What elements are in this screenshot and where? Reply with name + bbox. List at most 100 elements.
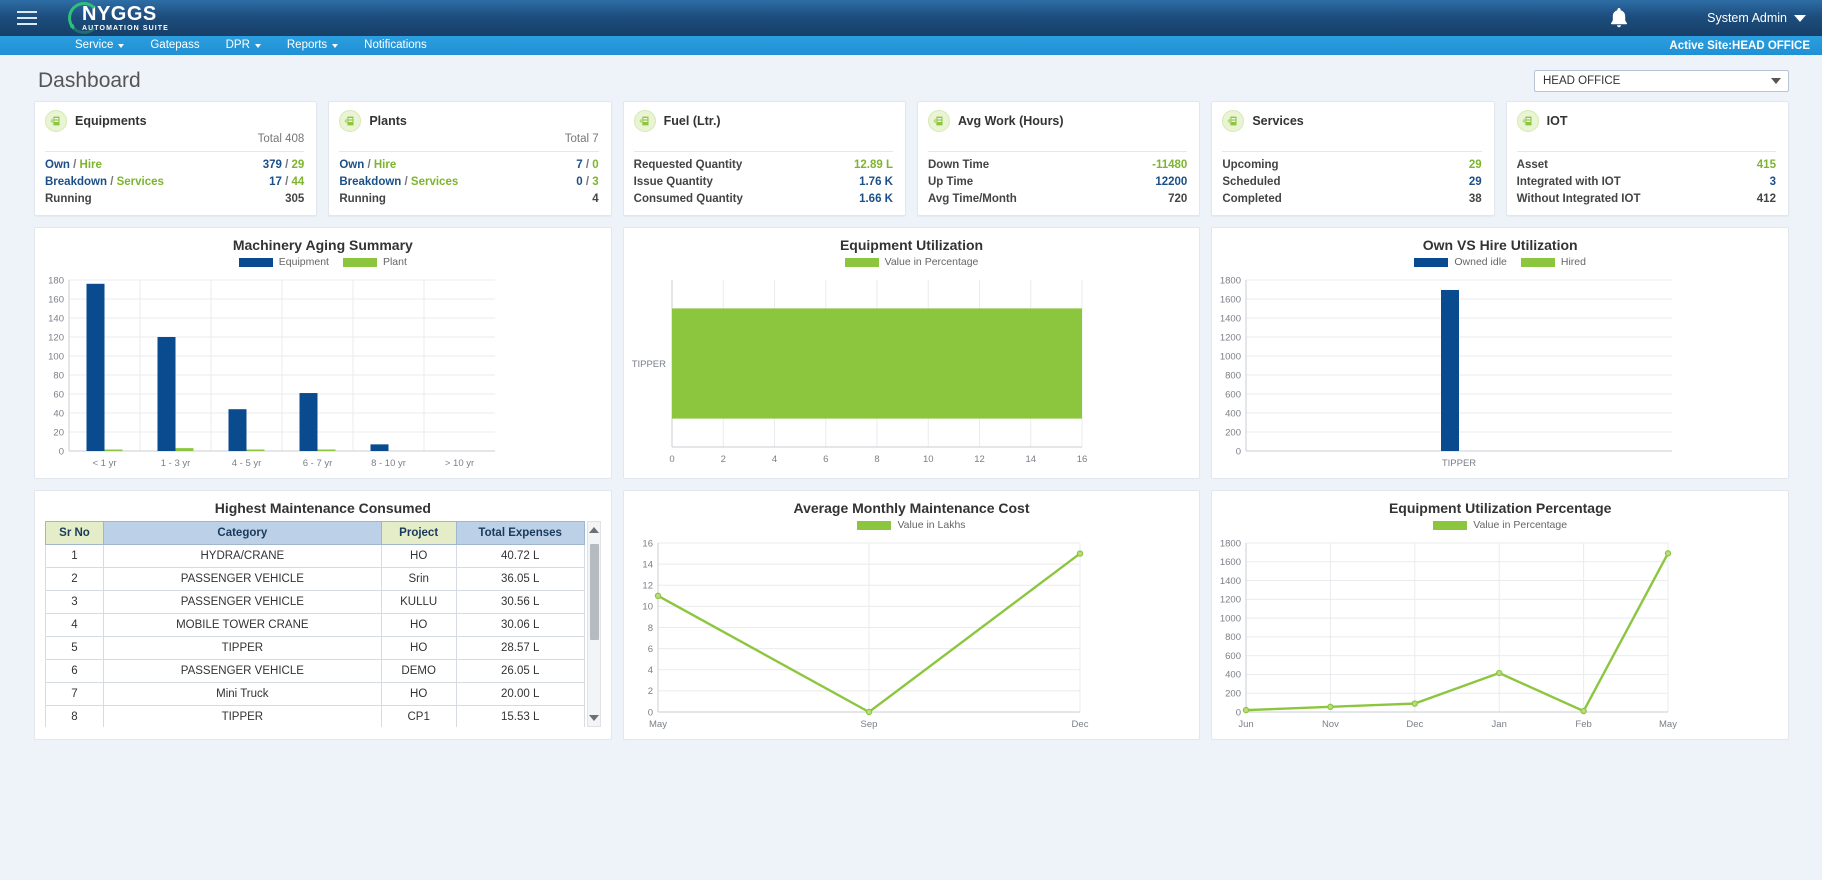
bar-Plant-< 1 yr[interactable] xyxy=(104,449,123,452)
kpi-card-plants[interactable]: Plants Total 7 Own / Hire 7 / 0 Breakdow… xyxy=(328,101,612,216)
kpi-value: 7 / 0 xyxy=(576,158,599,171)
bar-Equipment-1 - 3 yr[interactable] xyxy=(157,337,176,451)
page-title: Dashboard xyxy=(38,69,141,92)
kpi-total-label xyxy=(1222,133,1481,147)
svg-text:10: 10 xyxy=(923,454,934,465)
chart-plot-area[interactable]: 0 200 400 600 800 1000 1200 1400 1600 1800 TIPPER xyxy=(1212,272,1788,477)
table-row[interactable]: 2 PASSENGER VEHICLE Srin 36.05 L xyxy=(45,567,585,591)
kpi-row: Upcoming 29 xyxy=(1222,156,1481,173)
svg-text:0: 0 xyxy=(1236,446,1241,457)
user-menu[interactable]: System Admin xyxy=(1707,0,1806,36)
legend-item-equipment[interactable]: Equipment xyxy=(238,256,329,268)
column-header-category[interactable]: Category xyxy=(103,521,382,545)
logo-ring-icon xyxy=(68,2,100,34)
scroll-up-arrow-icon[interactable] xyxy=(588,522,600,537)
bar-Equipment-4 - 5 yr[interactable] xyxy=(228,409,247,451)
legend-label: Equipment xyxy=(278,256,329,268)
scrollbar-thumb[interactable] xyxy=(589,544,599,640)
bar-Plant-6 - 7 yr[interactable] xyxy=(317,449,336,452)
legend-item-hired[interactable]: Hired xyxy=(1520,256,1586,268)
table-row[interactable]: 4 MOBILE TOWER CRANE HO 30.06 L xyxy=(45,613,585,637)
kpi-value: 415 xyxy=(1756,158,1776,171)
table-row[interactable]: 6 PASSENGER VEHICLE DEMO 26.05 L xyxy=(45,659,585,683)
kpi-row: Consumed Quantity 1.66 K xyxy=(634,190,893,207)
nav-item-gatepass[interactable]: Gatepass xyxy=(137,36,212,55)
legend-item-value-in-lakhs[interactable]: Value in Lakhs xyxy=(857,519,966,531)
document-icon xyxy=(927,110,950,132)
legend-swatch-icon xyxy=(1414,257,1449,267)
data-point-May[interactable] xyxy=(1665,550,1672,557)
chevron-down-icon xyxy=(254,43,261,48)
bar-Equipment-8 - 10 yr[interactable] xyxy=(370,444,389,451)
legend-item-value-in-percentage[interactable]: Value in Percentage xyxy=(1433,519,1567,531)
svg-text:120: 120 xyxy=(48,332,64,343)
table-row[interactable]: 5 TIPPER HO 28.57 L xyxy=(45,636,585,660)
kpi-card-iot[interactable]: IOT Asset 415 Integrated with IOT 3 With… xyxy=(1505,101,1789,216)
legend-item-value-in-percentage[interactable]: Value in Percentage xyxy=(844,256,979,268)
divider xyxy=(633,151,893,152)
nav-item-service[interactable]: Service xyxy=(62,36,137,55)
line-series-Value in Percentage[interactable] xyxy=(1246,552,1670,713)
nav-item-dpr[interactable]: DPR xyxy=(213,36,274,55)
nav-item-label: Reports xyxy=(286,39,328,51)
svg-text:400: 400 xyxy=(1225,408,1241,419)
nav-item-label: Notifications xyxy=(364,39,427,51)
kpi-card-title: Avg Work (Hours) xyxy=(957,114,1064,128)
kpi-row-label-primary: Breakdown xyxy=(45,175,107,188)
nav-item-reports[interactable]: Reports xyxy=(274,36,351,55)
table-row[interactable]: 8 TIPPER CP1 15.53 L xyxy=(45,705,585,727)
kpi-card-fuel-ltr[interactable]: Fuel (Ltr.) Requested Quantity 12.89 L I… xyxy=(622,101,906,216)
column-header-project[interactable]: Project xyxy=(380,521,457,545)
kpi-total-label: Total 7 xyxy=(564,133,599,145)
kpi-label-group: Avg Time/Month xyxy=(928,193,1017,205)
table-row[interactable]: 7 Mini Truck HO 20.00 L xyxy=(45,682,585,706)
bar-Equipment-6 - 7 yr[interactable] xyxy=(299,393,318,451)
column-header-total-expenses[interactable]: Total Expenses xyxy=(455,521,585,545)
cell-category: TIPPER xyxy=(103,636,382,660)
table-scrollbar[interactable] xyxy=(586,521,601,727)
cell-project: KULLU xyxy=(380,590,457,614)
chevron-down-icon xyxy=(118,43,125,48)
data-point-Dec[interactable] xyxy=(1076,550,1083,557)
data-point-Nov[interactable] xyxy=(1327,703,1334,711)
bar-TIPPER[interactable] xyxy=(671,308,1082,419)
svg-text:May: May xyxy=(1659,719,1677,730)
chart-plot-area[interactable]: 0 200 400 600 800 1000 1200 1400 1600 1800 Jun Nov D… xyxy=(1212,535,1788,738)
bar-Owned idle-TIPPER[interactable] xyxy=(1441,289,1460,451)
chart-plot-area[interactable]: 0 2 4 6 8 10 12 14 16 TIPPER xyxy=(624,272,1200,477)
kpi-card-avg-work-hours[interactable]: Avg Work (Hours) Down Time -11480 Up Tim… xyxy=(916,101,1201,216)
notifications-bell-icon[interactable] xyxy=(1608,6,1630,30)
data-point-Jan[interactable] xyxy=(1496,669,1503,677)
bar-Plant-1 - 3 yr[interactable] xyxy=(175,448,194,451)
svg-text:1000: 1000 xyxy=(1220,613,1241,624)
nav-item-notifications[interactable]: Notifications xyxy=(351,36,440,55)
table-row[interactable]: 1 HYDRA/CRANE HO 40.72 L xyxy=(45,544,585,568)
kpi-label-group: Consumed Quantity xyxy=(634,193,743,205)
hamburger-menu-icon[interactable] xyxy=(8,0,46,37)
chart-plot-area[interactable]: 0 2 4 6 8 10 12 14 16 May Sep Dec xyxy=(624,535,1200,738)
data-point-Sep[interactable] xyxy=(865,708,872,716)
table-row[interactable]: 3 PASSENGER VEHICLE KULLU 30.56 L xyxy=(45,590,585,614)
panel-equipment-utilization: Equipment Utilization Value in Percentag… xyxy=(622,227,1201,479)
data-point-May[interactable] xyxy=(654,592,661,600)
site-selector-dropdown[interactable]: HEAD OFFICE xyxy=(1534,70,1789,92)
bar-Equipment-< 1 yr[interactable] xyxy=(86,283,105,451)
chart-legend: Value in Percentage xyxy=(1212,519,1788,531)
kpi-row-label-primary: Own xyxy=(45,158,70,171)
chart-plot-area[interactable]: 0 20 40 60 80 100 120 140 160 180 < 1 yr 1 - 3 yr 4 … xyxy=(35,272,611,477)
kpi-label-group: Completed xyxy=(1222,193,1281,205)
kpi-row: Up Time 12200 xyxy=(928,173,1187,190)
legend-item-plant[interactable]: Plant xyxy=(342,256,407,268)
bar-Plant-4 - 5 yr[interactable] xyxy=(246,449,265,452)
kpi-value: 12.89 L xyxy=(853,158,893,171)
kpi-card-equipments[interactable]: Equipments Total 408 Own / Hire 379 / 29… xyxy=(34,101,318,216)
legend-item-owned-idle[interactable]: Owned idle xyxy=(1414,256,1507,268)
svg-text:> 10 yr: > 10 yr xyxy=(445,458,474,469)
kpi-card-services[interactable]: Services Upcoming 29 Scheduled 29 Comple… xyxy=(1211,101,1495,216)
column-header-sr-no[interactable]: Sr No xyxy=(45,521,104,545)
data-point-Feb[interactable] xyxy=(1580,707,1588,715)
legend-label: Value in Percentage xyxy=(884,256,979,268)
data-point-Jun[interactable] xyxy=(1243,706,1250,714)
scroll-down-arrow-icon[interactable] xyxy=(588,710,600,725)
data-point-Dec[interactable] xyxy=(1411,700,1419,707)
